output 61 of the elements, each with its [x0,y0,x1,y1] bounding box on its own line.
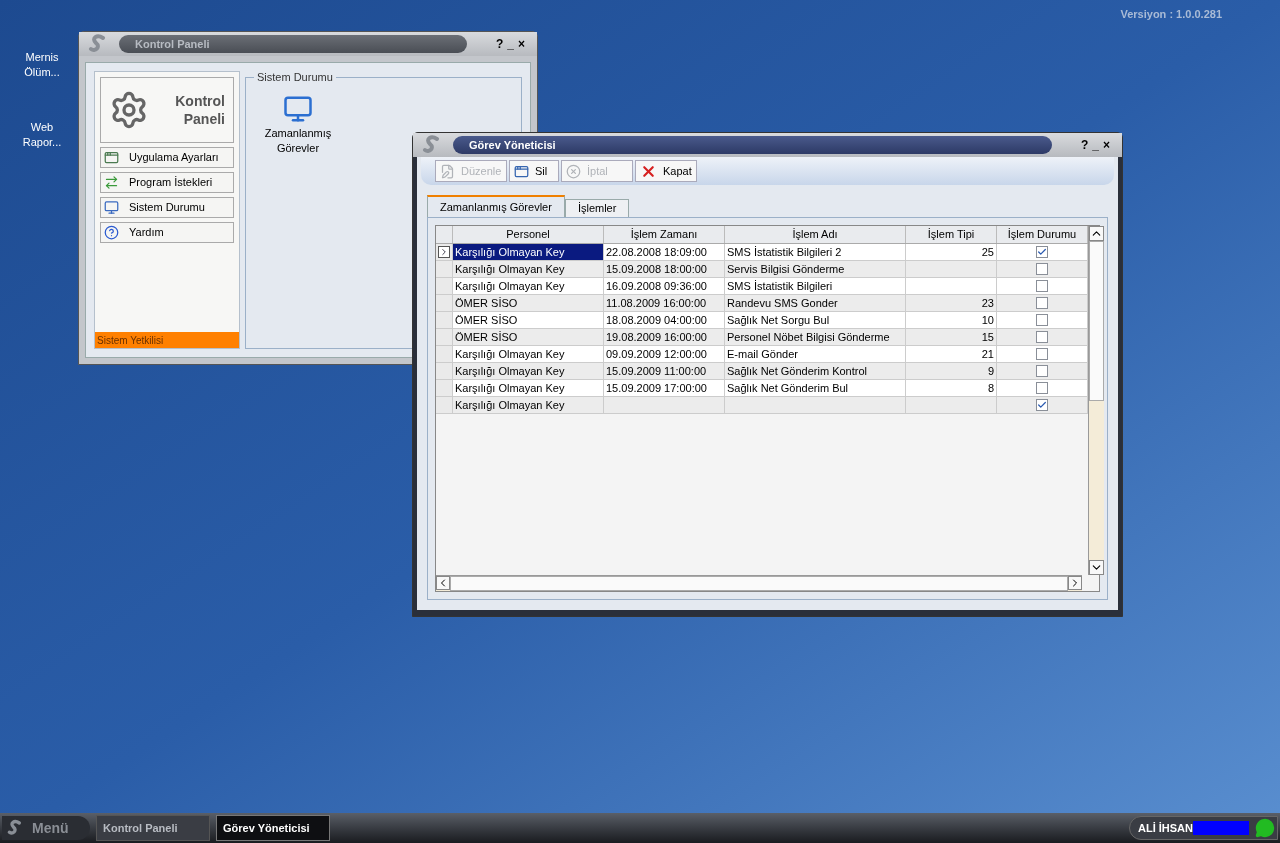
window-title: Kontrol Paneli [135,36,210,52]
edit-icon [440,163,455,179]
menu-button[interactable]: Uygulama Ayarları [100,147,234,168]
scroll-up-icon[interactable] [1089,226,1104,241]
logo-text: Paneli [183,110,225,128]
desktop-shortcut[interactable]: Web Rapor... [12,120,72,150]
monitor-icon [283,94,313,124]
help-icon [104,225,119,240]
minimize-button[interactable]: _ [507,38,514,50]
exchange-icon [104,175,119,190]
scroll-right-icon[interactable] [1068,576,1082,590]
version-label: Versiyon : 1.0.0.281 [1120,7,1222,22]
table-cell: Karşılığı Olmayan Key [453,244,604,261]
tab[interactable]: İşlemler [564,199,630,217]
tab[interactable]: Zamanlanmış Görevler [427,195,565,217]
cancel-icon [566,163,581,179]
checkbox[interactable] [1036,382,1048,394]
checkbox[interactable] [1036,399,1048,411]
scroll-down-icon[interactable] [1089,560,1104,575]
horizontal-scrollbar[interactable] [436,575,1082,591]
menu-button[interactable]: Menü [2,816,90,840]
desktop-shortcut[interactable]: Mernis Ölüm... [12,50,72,80]
column-header[interactable]: İşlem Zamanı [604,226,725,243]
footer-bar: Sistem Yetkilisi [95,332,239,348]
checkbox[interactable] [1036,263,1048,275]
checkbox[interactable] [1036,331,1048,343]
window-title: Görev Yöneticisi [469,137,556,153]
toolbar-button[interactable]: Sil [509,160,559,182]
redaction-bar [1193,821,1249,835]
close-button[interactable]: × [518,38,525,50]
column-header[interactable]: İşlem Adı [725,226,906,243]
taskbar-button[interactable]: Görev Yöneticisi [216,815,330,841]
menu-button[interactable]: Program İstekleri [100,172,234,193]
help-button[interactable]: ? [1080,139,1089,151]
table-cell: Karşılığı Olmayan Key [453,397,604,414]
menu-button[interactable]: Sistem Durumu [100,197,234,218]
checkbox[interactable] [1036,297,1048,309]
logo-text: Kontrol [175,92,225,110]
checkbox[interactable] [1036,246,1048,258]
taskbar-button[interactable]: Kontrol Paneli [96,815,210,841]
column-header[interactable]: İşlem Tipi [906,226,997,243]
vertical-scrollbar[interactable] [1088,226,1104,575]
scroll-left-icon[interactable] [436,576,450,590]
shortcut-label[interactable]: Zamanlanmış Görevler [258,126,338,156]
settings-window-icon [104,150,119,165]
checkbox[interactable] [1036,280,1048,292]
checkbox[interactable] [1036,348,1048,360]
close-button[interactable]: × [1103,139,1110,151]
menu-button[interactable]: Yardım [100,222,234,243]
chat-icon[interactable] [1255,818,1275,838]
row-header[interactable] [436,244,453,261]
checkbox[interactable] [1036,314,1048,326]
minimize-button[interactable]: _ [1092,139,1099,151]
group-title: Sistem Durumu [254,71,336,83]
monitor-icon [104,200,119,215]
toolbar-button[interactable]: Kapat [635,160,697,182]
checkbox[interactable] [1036,365,1048,377]
current-row-icon [438,246,450,258]
user-name: ALİ İHSAN [1138,820,1193,836]
help-button[interactable]: ? [495,38,504,50]
column-header[interactable]: Personel [453,226,604,243]
